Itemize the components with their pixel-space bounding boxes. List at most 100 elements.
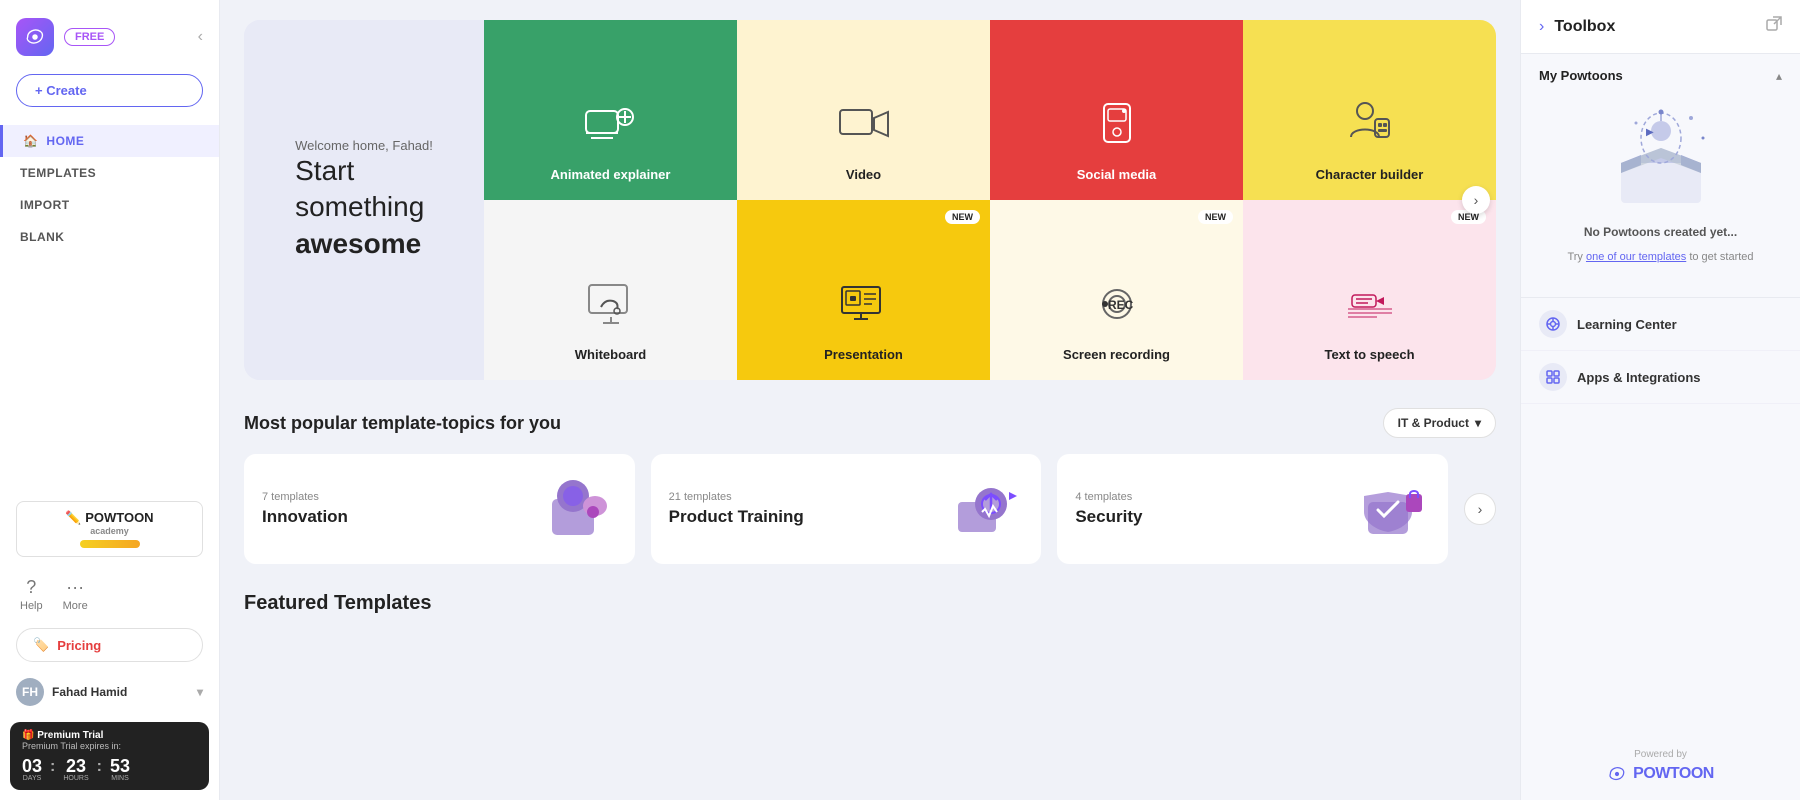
hero-grid: Animated explainer Video [484,20,1496,380]
no-powtoons-sub: Try one of our templates to get started [1567,251,1753,263]
apps-integrations-label: Apps & Integrations [1577,370,1701,385]
template-card-innovation[interactable]: 7 templates Innovation [244,454,635,564]
powtoon-brand-name: POWTOON [1633,765,1714,783]
toolbox-panel: › Toolbox My Powtoons ▴ [1520,0,1800,800]
academy-pencil-decoration [80,540,140,548]
my-powtoons-content: ▶ No Powtoons created yet... Try one of … [1539,83,1782,283]
toolbox-header: › Toolbox [1521,0,1800,54]
product-count: 21 templates [669,491,940,503]
card-video[interactable]: Video [737,20,990,200]
empty-state-illustration: ▶ [1591,103,1731,213]
learning-center-item[interactable]: Learning Center [1521,298,1800,351]
more-icon: ··· [66,577,84,598]
academy-box[interactable]: ✏️ POWTOON academy [16,501,203,557]
template-card-product-training[interactable]: 21 templates Product Training [651,454,1042,564]
pricing-button[interactable]: 🏷️ Pricing [16,628,203,662]
more-button[interactable]: ··· More [63,577,88,612]
powered-by-section: Powered by POWTOON [1521,733,1800,800]
countdown-mins: 53 MINS [110,757,130,782]
card-whiteboard[interactable]: Whiteboard [484,200,737,380]
screen-new-badge: NEW [1198,210,1233,224]
learning-center-icon [1539,310,1567,338]
whiteboard-icon [576,269,646,339]
sidebar-item-templates[interactable]: TEMPLATES [0,157,219,189]
speech-icon [1335,269,1405,339]
help-button[interactable]: ? Help [20,577,43,612]
dropdown-chevron-icon: ▾ [1475,416,1481,430]
academy-logo: ✏️ POWTOON [65,510,153,526]
sidebar-item-import[interactable]: IMPORT [0,189,219,221]
trial-box: 🎁 Premium Trial Premium Trial expires in… [10,722,209,790]
templates-link[interactable]: one of our templates [1586,251,1686,263]
card-screen-label: Screen recording [1063,347,1170,362]
hero-next-arrow[interactable]: › [1462,186,1490,214]
video-icon [829,89,899,159]
user-chevron-icon: ▾ [197,685,203,699]
sidebar-item-blank[interactable]: BLANK [0,221,219,253]
security-count: 4 templates [1075,491,1346,503]
sidebar-item-home[interactable]: 🏠 HOME [0,125,219,157]
apps-integrations-icon [1539,363,1567,391]
card-screen-recording[interactable]: NEW REC Screen recording [990,200,1243,380]
card-speech-label: Text to speech [1324,347,1414,362]
my-powtoons-chevron-icon: ▴ [1776,69,1782,83]
svg-text:REC: REC [1108,298,1134,312]
countdown-hours: 23 HOURS [63,757,88,782]
help-row: ? Help ··· More [0,567,219,622]
create-button[interactable]: + Create [16,74,203,107]
hero-title: Start something awesome [295,153,433,262]
product-name: Product Training [669,507,940,527]
no-powtoons-text: No Powtoons created yet... [1584,225,1737,239]
card-presentation[interactable]: NEW Presentation [737,200,990,380]
hero-section: Welcome home, Fahad! Start something awe… [244,20,1496,380]
app-logo[interactable] [16,18,54,56]
sidebar-header: FREE ‹ [0,0,219,66]
template-cards-row: 7 templates Innovation 21 templates Prod… [244,454,1496,564]
hero-left: Welcome home, Fahad! Start something awe… [244,20,484,380]
card-social-label: Social media [1077,167,1156,182]
security-image [1360,474,1430,544]
svg-text:▶: ▶ [1646,127,1654,138]
featured-title: Featured Templates [244,592,1496,615]
popular-section-title: Most popular template-topics for you [244,413,561,434]
apps-integrations-item[interactable]: Apps & Integrations [1521,351,1800,404]
my-powtoons-header[interactable]: My Powtoons ▴ [1539,68,1782,83]
home-icon: 🏠 [23,134,38,148]
learning-center-label: Learning Center [1577,317,1677,332]
character-icon [1335,89,1405,159]
social-icon [1082,89,1152,159]
card-whiteboard-label: Whiteboard [575,347,647,362]
free-badge: FREE [64,28,115,46]
countdown-days: 03 DAYS [22,757,42,782]
countdown-row: 03 DAYS : 23 HOURS : 53 MINS [22,757,197,782]
card-character-label: Character builder [1316,167,1424,182]
templates-next-arrow[interactable]: › [1464,493,1496,525]
card-text-to-speech[interactable]: NEW Text to speech [1243,200,1496,380]
powtoon-brand-row: POWTOON [1537,764,1784,784]
template-card-security[interactable]: 4 templates Security [1057,454,1448,564]
toolbox-external-link-button[interactable] [1766,16,1782,37]
card-animated-label: Animated explainer [551,167,671,182]
animated-explainer-icon [576,89,646,159]
card-social[interactable]: Social media [990,20,1243,200]
card-presentation-label: Presentation [824,347,903,362]
security-name: Security [1075,507,1346,527]
pricing-icon: 🏷️ [33,637,49,653]
card-animated-explainer[interactable]: Animated explainer [484,20,737,200]
countdown-sep-1: : [50,758,55,776]
user-profile-row[interactable]: FH Fahad Hamid ▾ [0,668,219,716]
my-powtoons-section: My Powtoons ▴ [1521,54,1800,298]
topic-dropdown-button[interactable]: IT & Product ▾ [1383,408,1496,438]
help-icon: ? [26,577,36,598]
toolbox-title: Toolbox [1554,18,1758,36]
card-character[interactable]: Character builder [1243,20,1496,200]
avatar: FH [16,678,44,706]
countdown-sep-2: : [97,758,102,776]
presentation-icon [829,269,899,339]
main-nav: 🏠 HOME TEMPLATES IMPORT BLANK [0,115,219,263]
welcome-text: Welcome home, Fahad! [295,138,433,153]
toolbox-collapse-button[interactable]: › [1539,18,1544,36]
academy-label: academy [90,526,129,536]
innovation-image [547,474,617,544]
sidebar-collapse-button[interactable]: ‹ [198,28,203,46]
